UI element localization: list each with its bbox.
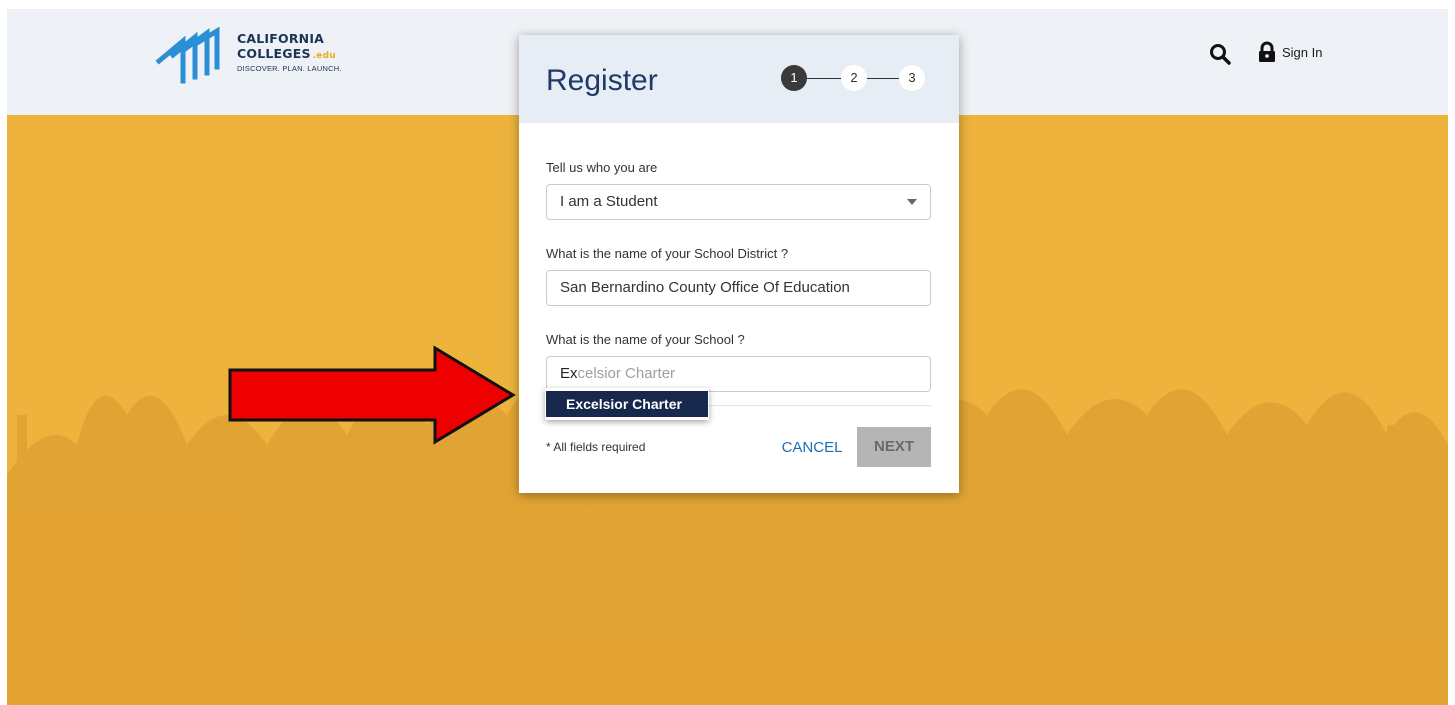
dialog-title: Register <box>546 64 658 97</box>
logo-line-california: CALIFORNIA <box>237 31 325 46</box>
step-2: 2 <box>841 65 867 91</box>
step-connector <box>867 78 899 79</box>
school-input-suggestion: celsior Charter <box>577 365 676 382</box>
step-3: 3 <box>899 65 925 91</box>
lock-icon <box>1259 41 1275 62</box>
role-select[interactable]: I am a Student <box>546 184 931 220</box>
chevron-down-icon <box>907 199 917 205</box>
logo-mark-icon <box>155 26 220 84</box>
dialog-header: Register 1 2 3 <box>519 35 959 123</box>
app-frame: CALIFORNIA COLLEGES .edu DISCOVER. PLAN. … <box>7 9 1448 705</box>
register-dialog: Register 1 2 3 Tell us who you are I am … <box>519 35 959 493</box>
required-note: * All fields required <box>546 440 646 454</box>
cancel-button[interactable]: CANCEL <box>773 428 851 468</box>
search-icon[interactable] <box>1209 43 1231 65</box>
sign-in-link[interactable]: Sign In <box>1257 41 1322 63</box>
logo-edu-suffix: .edu <box>312 50 336 61</box>
district-input[interactable]: San Bernardino County Office Of Educatio… <box>546 270 931 306</box>
school-autocomplete-list: Excelsior Charter <box>545 388 709 420</box>
district-label: What is the name of your School District… <box>546 246 789 261</box>
red-arrow-annotation <box>228 345 516 445</box>
logo-colleges-text: COLLEGES <box>237 45 311 61</box>
logo-line-colleges: COLLEGES .edu <box>237 45 342 61</box>
sign-in-label: Sign In <box>1282 44 1323 60</box>
school-label: What is the name of your School ? <box>546 332 745 347</box>
brand-logo[interactable]: CALIFORNIA COLLEGES .edu DISCOVER. PLAN. … <box>155 26 375 97</box>
district-input-value: San Bernardino County Office Of Educatio… <box>560 279 850 296</box>
logo-tagline: DISCOVER. PLAN. LAUNCH. <box>237 63 342 73</box>
school-input[interactable]: Excelsior Charter <box>546 356 931 392</box>
logo-wordmark: CALIFORNIA COLLEGES .edu DISCOVER. PLAN. … <box>237 31 342 73</box>
step-indicator: 1 2 3 <box>781 65 931 93</box>
step-1: 1 <box>781 65 807 91</box>
autocomplete-option[interactable]: Excelsior Charter <box>546 391 708 417</box>
role-select-value: I am a Student <box>560 193 658 210</box>
next-button[interactable]: NEXT <box>857 427 931 467</box>
role-label: Tell us who you are <box>546 160 658 175</box>
school-input-typed: Ex <box>560 365 578 382</box>
step-connector <box>807 78 841 79</box>
